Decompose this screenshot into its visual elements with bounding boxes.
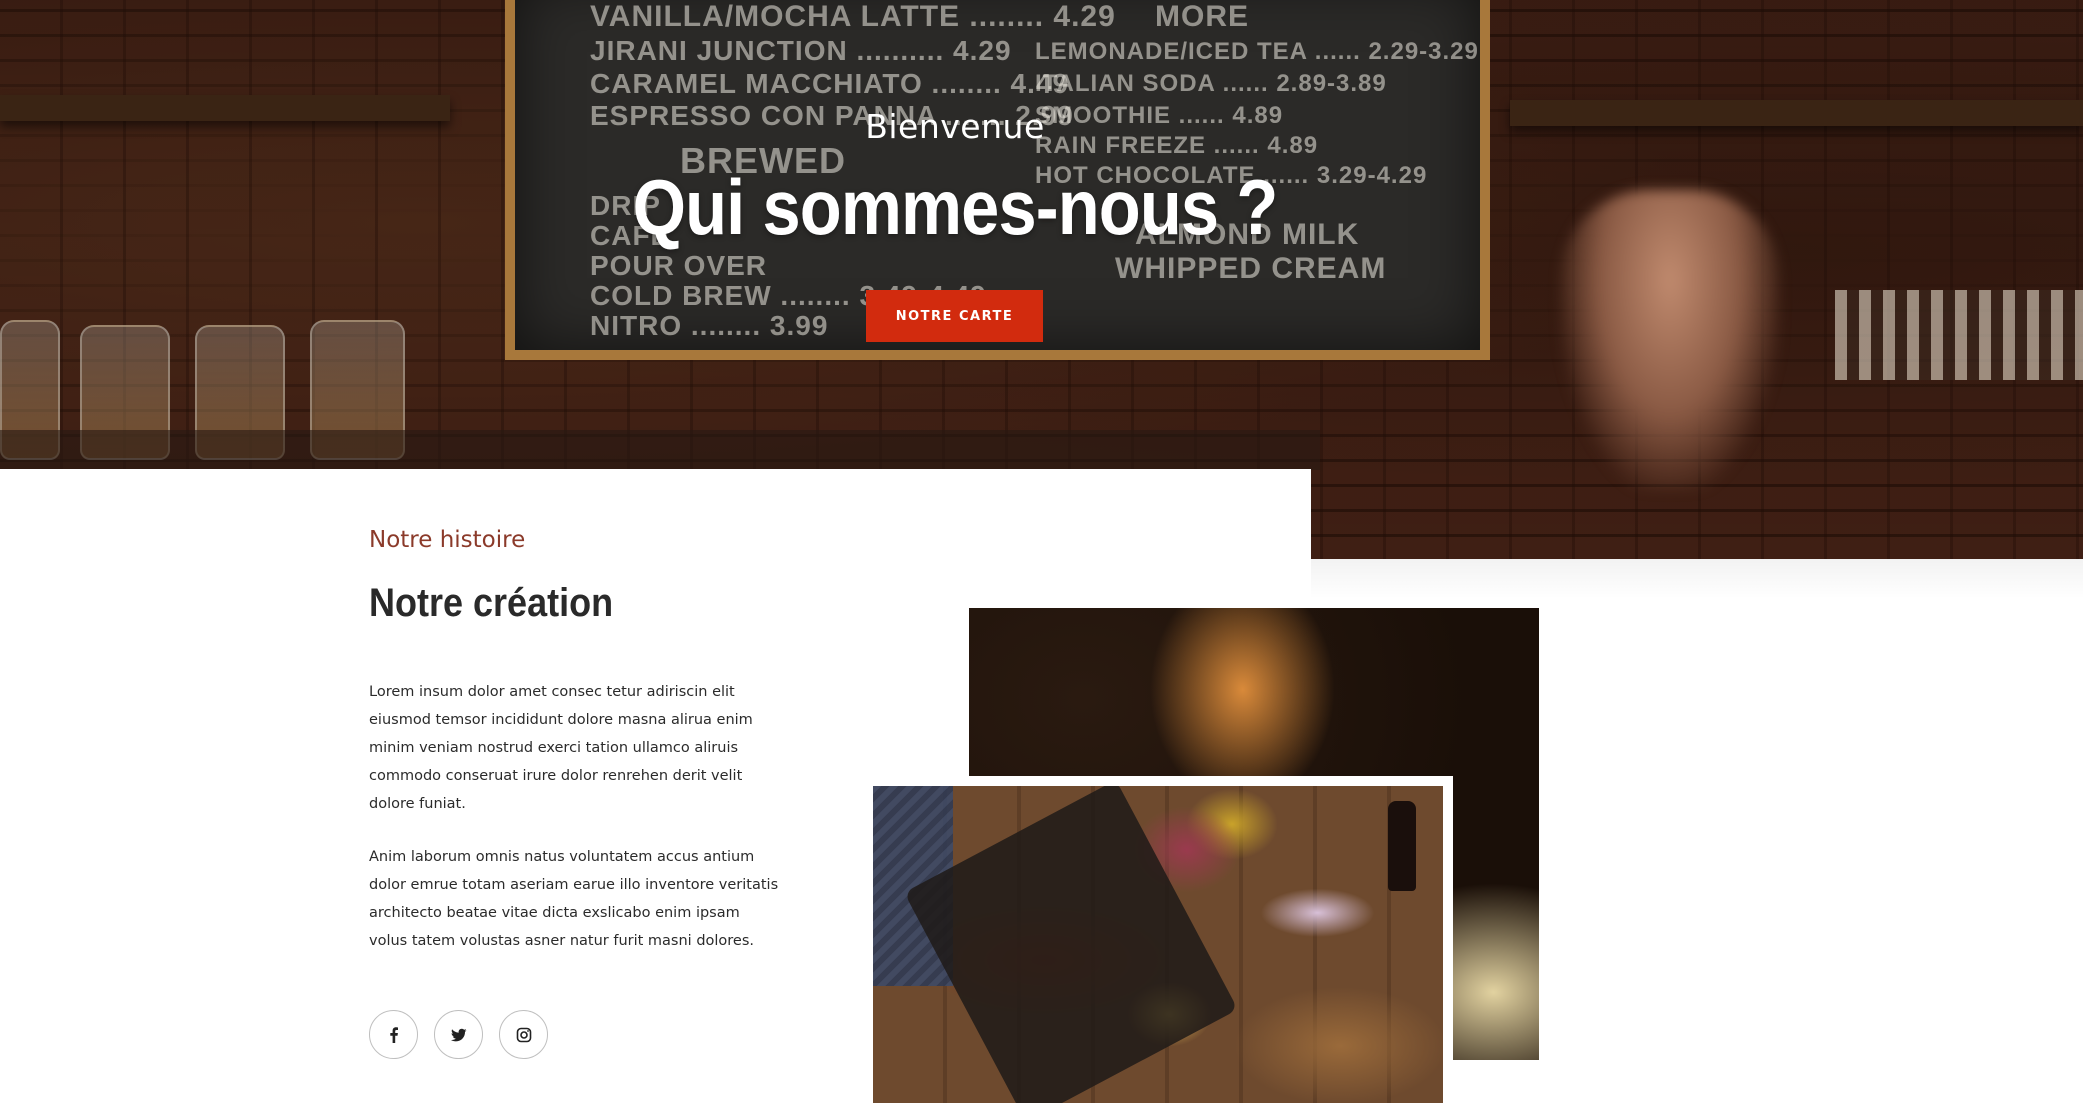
page: VANILLA/MOCHA LATTE ........ 4.29 JIRANI… [0, 0, 2083, 1103]
social-links [369, 1010, 548, 1059]
chalk-line: MORE [1155, 0, 1249, 33]
food-photo-front [863, 776, 1453, 1103]
coffee-counter [0, 430, 1320, 470]
chalk-line: CARAMEL MACCHIATO ........ 4.49 [590, 68, 1070, 99]
serving-board [904, 786, 1238, 1103]
chalk-line: JIRANI JUNCTION .......... 4.29 [590, 35, 1012, 66]
instagram-link[interactable] [499, 1010, 548, 1059]
panel-shadow [1311, 559, 2083, 599]
about-paragraph-2: Anim laborum omnis natus voluntatem accu… [369, 849, 779, 949]
chalk-line: WHIPPED CREAM [1115, 252, 1387, 285]
chalk-line: ITALIAN SODA ...... 2.89-3.89 [1035, 70, 1387, 97]
facebook-icon [389, 1026, 398, 1043]
facebook-link[interactable] [369, 1010, 418, 1059]
chalk-line: LEMONADE/ICED TEA ...... 2.29-3.29 [1035, 38, 1479, 65]
chalk-line: VANILLA/MOCHA LATTE ........ 4.29 [590, 0, 1116, 33]
twitter-link[interactable] [434, 1010, 483, 1059]
menu-button[interactable]: NOTRE CARTE [866, 290, 1043, 342]
section-eyebrow: Notre histoire [369, 527, 526, 553]
chalk-line: NITRO ........ 3.99 [590, 310, 829, 341]
syrup-bottles [1835, 290, 2083, 380]
wine-bottle [1388, 801, 1416, 891]
twitter-icon [450, 1028, 466, 1041]
section-title: Notre création [369, 581, 614, 625]
hero-welcome: Bienvenue [865, 107, 1045, 146]
chalk-line: POUR OVER [590, 250, 768, 281]
about-paragraph-1: Lorem insum dolor amet consec tetur adir… [369, 684, 753, 812]
instagram-icon [516, 1027, 531, 1042]
hero-title: Qui sommes-nous ? [632, 163, 1279, 251]
